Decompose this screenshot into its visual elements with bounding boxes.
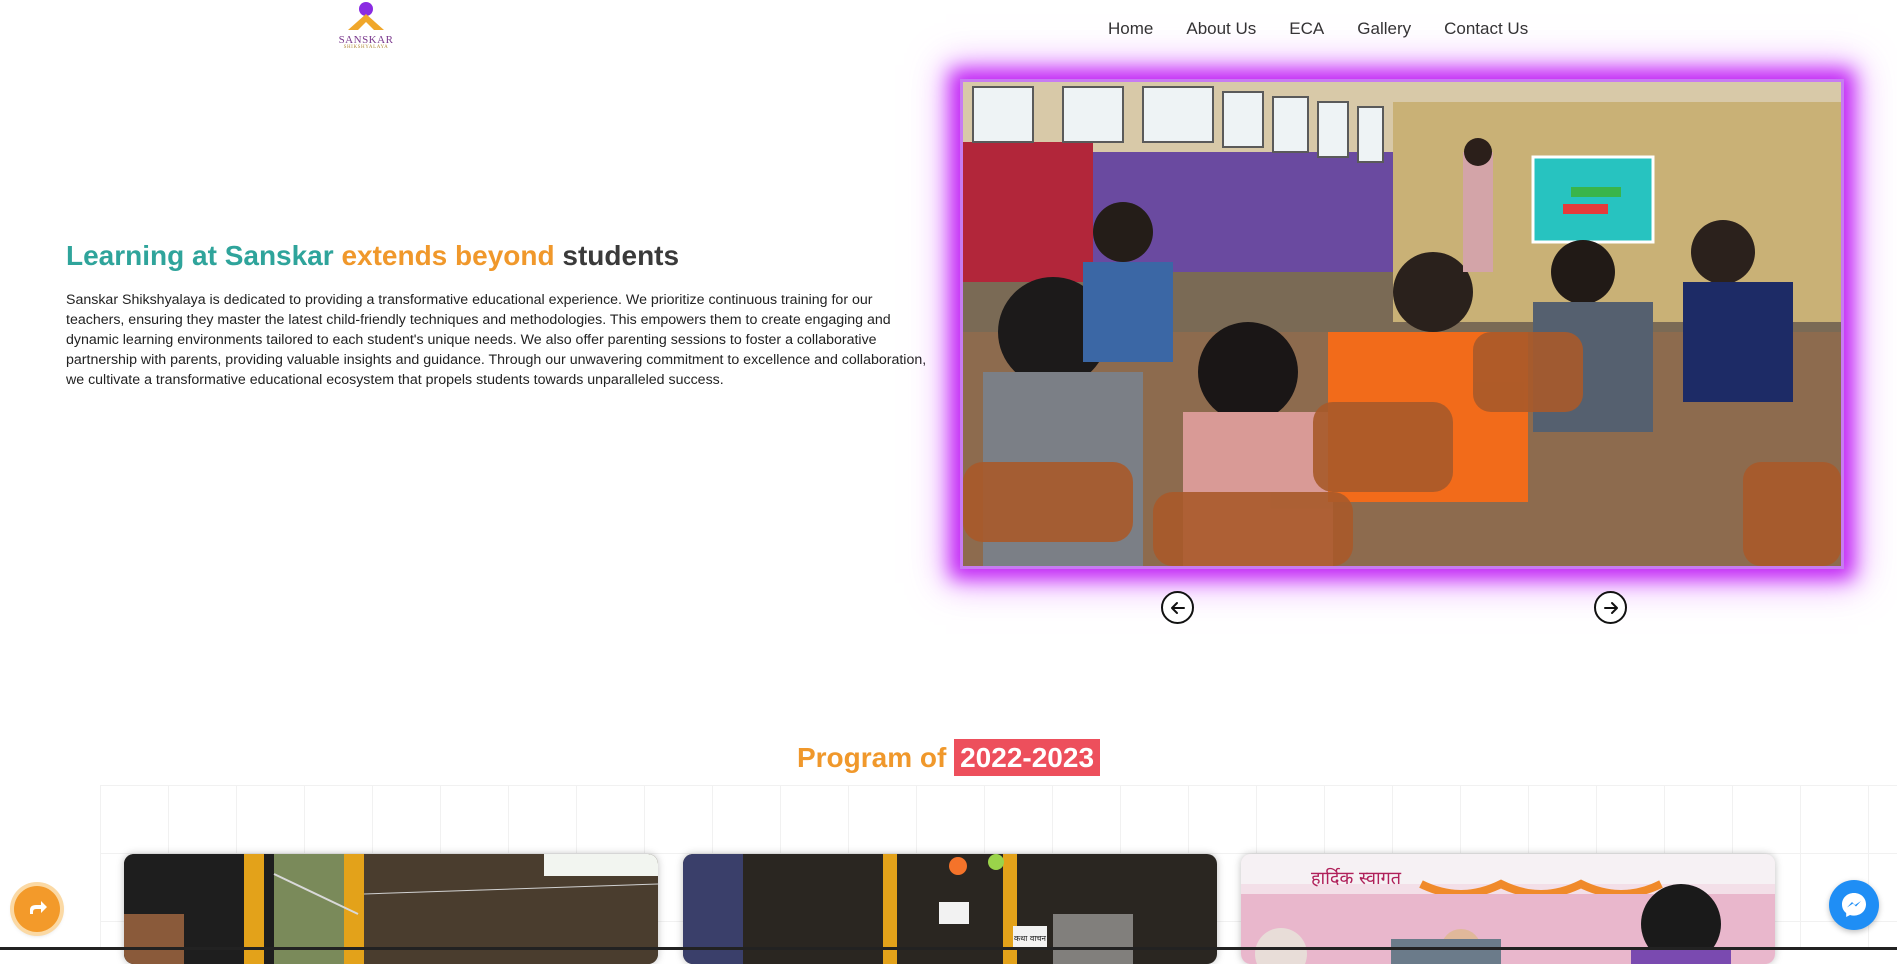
ceremony-banner-text: हार्दिक स्वागत: [1311, 867, 1402, 889]
nav-about-us[interactable]: About Us: [1186, 18, 1256, 40]
slider-prev-button[interactable]: [1161, 591, 1194, 624]
share-button[interactable]: [14, 886, 60, 932]
nav-gallery[interactable]: Gallery: [1357, 18, 1411, 40]
arrow-left-icon: [1170, 601, 1185, 614]
hero-paragraph: Sanskar Shikshyalaya is dedicated to pro…: [66, 292, 927, 388]
arrow-right-icon: [1603, 601, 1618, 614]
event-sign-text: कथा वाचन: [1014, 934, 1046, 943]
program-year-badge: 2022-2023: [954, 739, 1101, 776]
classroom-photo: [963, 82, 1841, 566]
hero-title-part1: Learning at Sanskar: [66, 240, 334, 271]
hero-slider: [960, 79, 1844, 569]
nav-home[interactable]: Home: [1108, 18, 1153, 40]
program-title-label: Program of: [796, 742, 947, 773]
slider-next-button[interactable]: [1594, 591, 1627, 624]
logo-emblem-icon: [348, 2, 384, 30]
nav-contact-us[interactable]: Contact Us: [1444, 18, 1528, 40]
site-logo[interactable]: SANSKAR SHIKSHYALAYA: [333, 0, 399, 56]
share-icon: [30, 901, 47, 914]
nav-eca[interactable]: ECA: [1289, 18, 1324, 40]
main-nav: Home About Us ECA Gallery Contact Us: [1108, 18, 1528, 40]
logo-brand: SANSKAR: [338, 34, 394, 46]
program-title: Program of 2022-2023: [0, 739, 1897, 776]
messenger-icon: [1842, 893, 1866, 917]
hero-title-part3: students: [562, 240, 680, 271]
messenger-button[interactable]: [1829, 880, 1879, 930]
hero-title: Learning at Sanskar extends beyond stude…: [66, 240, 679, 272]
hero-title-part2: extends beyond: [341, 240, 555, 271]
